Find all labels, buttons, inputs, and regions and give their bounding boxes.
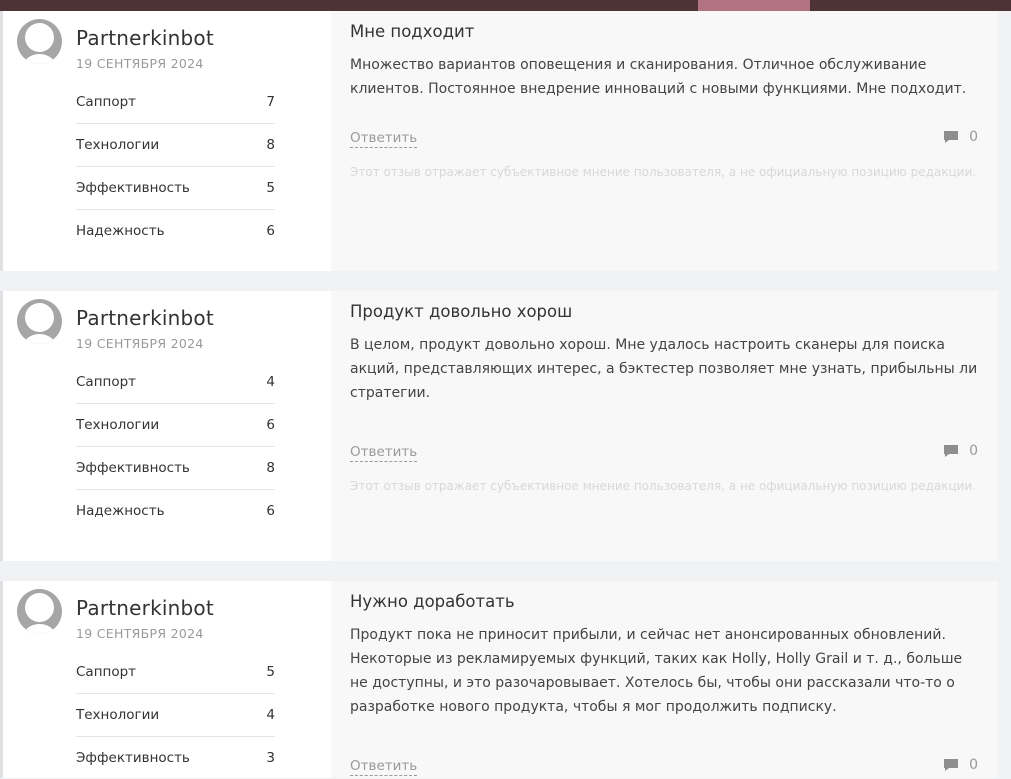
reply-link[interactable]: Ответить	[350, 758, 418, 776]
author-name[interactable]: Partnerkinbot	[76, 306, 214, 330]
comment-bubble-icon	[944, 131, 959, 143]
review-title: Мне подходит	[350, 22, 475, 41]
rating-row: Эффективность 3	[76, 737, 275, 779]
rating-row: Саппорт 7	[76, 81, 275, 124]
rating-label: Надежность	[76, 503, 165, 519]
rating-label: Саппорт	[76, 94, 137, 110]
rating-row: Саппорт 5	[76, 651, 275, 694]
review-card: Partnerkinbot 19 СЕНТЯБРЯ 2024 Саппорт 4…	[0, 291, 998, 561]
rating-row: Надежность 6	[76, 210, 275, 252]
comment-count: 0	[969, 757, 978, 773]
rating-label: Эффективность	[76, 460, 190, 476]
user-avatar-icon	[17, 19, 62, 64]
active-nav-tab[interactable]	[698, 0, 810, 11]
ratings-list: Саппорт 7 Технологии 8 Эффективность 5 Н…	[76, 81, 275, 252]
rating-value: 5	[266, 664, 275, 680]
rating-row: Надежность 6	[76, 490, 275, 532]
rating-value: 3	[266, 750, 275, 766]
rating-label: Технологии	[76, 417, 160, 433]
review-date: 19 СЕНТЯБРЯ 2024	[76, 336, 204, 351]
ratings-list: Саппорт 4 Технологии 6 Эффективность 8 Н…	[76, 361, 275, 532]
review-card: Partnerkinbot 19 СЕНТЯБРЯ 2024 Саппорт 5…	[0, 581, 998, 778]
reply-link[interactable]: Ответить	[350, 444, 418, 462]
rating-label: Саппорт	[76, 664, 137, 680]
rating-label: Надежность	[76, 223, 165, 239]
review-text: В целом, продукт довольно хорош. Мне уда…	[350, 337, 978, 401]
review-card: Partnerkinbot 19 СЕНТЯБРЯ 2024 Саппорт 7…	[0, 11, 998, 271]
review-author-panel: Partnerkinbot 19 СЕНТЯБРЯ 2024 Саппорт 4…	[0, 291, 331, 561]
review-author-panel: Partnerkinbot 19 СЕНТЯБРЯ 2024 Саппорт 5…	[0, 581, 331, 778]
rating-row: Эффективность 5	[76, 167, 275, 210]
top-nav-bar	[0, 0, 1011, 11]
review-author-panel: Partnerkinbot 19 СЕНТЯБРЯ 2024 Саппорт 7…	[0, 11, 331, 271]
rating-value: 5	[266, 180, 275, 196]
author-name[interactable]: Partnerkinbot	[76, 596, 214, 620]
review-body: Продукт довольно хорош В целом, продукт …	[331, 291, 998, 561]
ratings-list: Саппорт 5 Технологии 4 Эффективность 3	[76, 651, 275, 779]
rating-value: 8	[266, 137, 275, 153]
comments-counter[interactable]: 0	[943, 757, 978, 773]
review-title: Продукт довольно хорош	[350, 302, 573, 321]
rating-label: Технологии	[76, 137, 160, 153]
comment-bubble-icon	[944, 759, 959, 771]
comment-count: 0	[969, 443, 978, 459]
review-disclaimer: Этот отзыв отражает субъективное мнение …	[350, 479, 977, 493]
rating-value: 6	[266, 223, 275, 239]
rating-row: Эффективность 8	[76, 447, 275, 490]
review-date: 19 СЕНТЯБРЯ 2024	[76, 56, 204, 71]
rating-row: Технологии 8	[76, 124, 275, 167]
user-avatar-icon	[17, 299, 62, 344]
review-text: Продукт пока не приносит прибыли, и сейч…	[350, 627, 963, 715]
reply-link[interactable]: Ответить	[350, 130, 418, 148]
rating-label: Эффективность	[76, 750, 190, 766]
rating-value: 8	[266, 460, 275, 476]
rating-value: 6	[266, 417, 275, 433]
rating-value: 4	[266, 707, 275, 723]
rating-row: Технологии 4	[76, 694, 275, 737]
review-text: Множество вариантов оповещения и сканиро…	[350, 57, 967, 97]
review-body: Мне подходит Множество вариантов оповеще…	[331, 11, 998, 271]
author-name[interactable]: Partnerkinbot	[76, 26, 214, 50]
review-date: 19 СЕНТЯБРЯ 2024	[76, 626, 204, 641]
rating-label: Технологии	[76, 707, 160, 723]
rating-row: Саппорт 4	[76, 361, 275, 404]
rating-value: 6	[266, 503, 275, 519]
review-title: Нужно доработать	[350, 592, 515, 611]
comment-bubble-icon	[944, 445, 959, 457]
rating-label: Саппорт	[76, 374, 137, 390]
comments-counter[interactable]: 0	[943, 129, 978, 145]
rating-row: Технологии 6	[76, 404, 275, 447]
rating-value: 7	[266, 94, 275, 110]
user-avatar-icon	[17, 589, 62, 634]
rating-label: Эффективность	[76, 180, 190, 196]
comments-counter[interactable]: 0	[943, 443, 978, 459]
comment-count: 0	[969, 129, 978, 145]
review-disclaimer: Этот отзыв отражает субъективное мнение …	[350, 165, 977, 179]
rating-value: 4	[266, 374, 275, 390]
review-body: Нужно доработать Продукт пока не приноси…	[331, 581, 998, 778]
